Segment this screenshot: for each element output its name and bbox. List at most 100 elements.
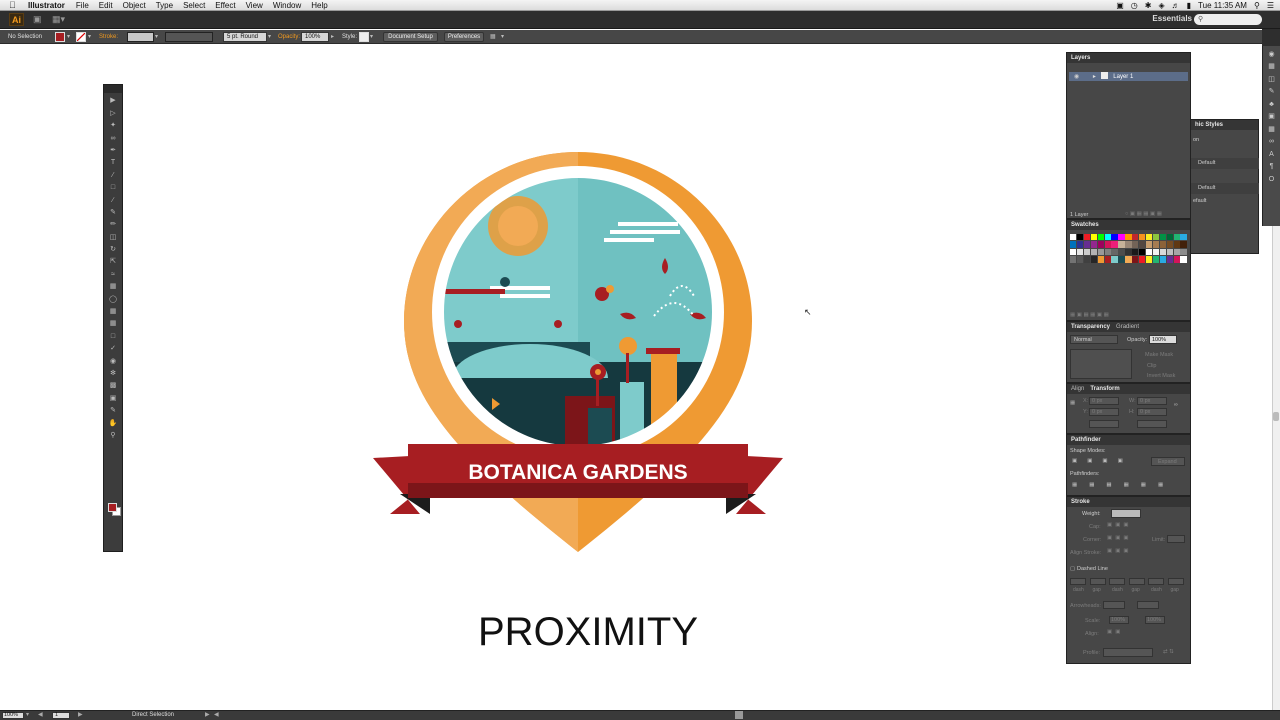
swatch-chip[interactable] [1125, 234, 1132, 241]
swatch-chip[interactable] [1166, 256, 1173, 263]
type-tool-icon[interactable]: T [108, 159, 118, 167]
scale-end-field[interactable]: 100% [1145, 616, 1165, 624]
swatch-chip[interactable] [1118, 256, 1125, 263]
stroke-dropdown-icon[interactable]: ▾ [88, 33, 91, 42]
artboard-tool-icon[interactable]: ▣ [108, 395, 118, 403]
fill-swatch[interactable] [55, 32, 65, 42]
workspace-switcher[interactable]: Essentials [1152, 14, 1192, 23]
column-graph-tool-icon[interactable]: ▩ [108, 382, 118, 390]
swatch-chip[interactable] [1090, 248, 1098, 256]
magic-wand-tool-icon[interactable]: ✦ [108, 122, 118, 130]
swatch-chip[interactable] [1111, 248, 1118, 256]
swatch-chip[interactable] [1152, 241, 1160, 248]
status-menu-icon[interactable]: ▶ [205, 711, 210, 718]
variable-width-profile[interactable] [165, 32, 213, 42]
transform-tab[interactable]: Transform [1090, 384, 1119, 394]
swatch-chip[interactable] [1132, 256, 1139, 263]
mesh-tool-icon[interactable]: ▦ [108, 320, 118, 328]
swatch-chip[interactable] [1145, 256, 1153, 263]
profile-dropdown[interactable] [1103, 648, 1153, 657]
dash-gap-field[interactable] [1070, 578, 1086, 585]
arrange-documents-icon[interactable]: ▦▾ [52, 14, 65, 25]
swatch-chip[interactable] [1118, 248, 1125, 256]
hand-tool-icon[interactable]: ✋ [108, 420, 118, 428]
constrain-proportions-icon[interactable]: ∞ [1174, 402, 1178, 408]
shape-builder-tool-icon[interactable]: ◯ [108, 296, 118, 304]
swatch-chip[interactable] [1166, 234, 1173, 241]
menu-type[interactable]: Type [156, 1, 173, 10]
app-menu[interactable]: Illustrator [28, 1, 65, 10]
stroke-weight-field[interactable] [127, 32, 154, 42]
stroke-label[interactable]: Stroke: [99, 33, 118, 42]
expand-arrow-icon[interactable]: ▸ [1093, 74, 1096, 80]
dash-gap-field[interactable] [1109, 578, 1125, 585]
next-artboard-icon[interactable]: ▶ [78, 711, 83, 718]
swatch-chip[interactable] [1180, 256, 1187, 263]
graphic-style-swatch[interactable] [359, 32, 369, 42]
swatch-chip[interactable] [1132, 241, 1139, 248]
y-field[interactable]: 0 px [1089, 408, 1119, 416]
arrow-align-buttons[interactable]: ▣▣ [1107, 629, 1123, 635]
swatch-chip[interactable] [1076, 241, 1084, 248]
swatch-chip[interactable] [1139, 248, 1146, 256]
swatch-chip[interactable] [1097, 248, 1104, 256]
opentype-icon[interactable]: O [1267, 176, 1276, 184]
selection-tool-icon[interactable]: ▶ [108, 97, 118, 105]
wifi-icon[interactable]: ◈ [1158, 1, 1164, 10]
volume-icon[interactable]: ♬ [1172, 1, 1180, 10]
menu-file[interactable]: File [76, 1, 89, 10]
swatch-chip[interactable] [1097, 241, 1104, 248]
swatch-chip[interactable] [1152, 256, 1160, 263]
swatch-chip[interactable] [1159, 256, 1167, 263]
pencil-tool-icon[interactable]: ✎ [108, 209, 118, 217]
blend-mode-dropdown[interactable]: Normal [1070, 335, 1118, 344]
swatch-chip[interactable] [1145, 234, 1153, 241]
arrowhead-end-dropdown[interactable] [1137, 601, 1159, 609]
swatch-chip[interactable] [1132, 234, 1139, 241]
apple-menu-icon[interactable]:  [9, 0, 21, 10]
swatch-chip[interactable] [1125, 256, 1132, 263]
transparency-tab[interactable]: Transparency [1071, 322, 1110, 332]
swatch-chip[interactable] [1180, 248, 1187, 256]
line-tool-icon[interactable]: ⁄ [108, 172, 118, 180]
layer-name[interactable]: Layer 1 [1113, 74, 1133, 80]
layers-tab[interactable]: Layers [1067, 53, 1190, 63]
clip-checkbox[interactable]: Clip [1147, 363, 1156, 369]
graphic-style-row[interactable]: Default [1191, 183, 1259, 194]
fill-color-box[interactable] [108, 503, 117, 512]
swatches-tab[interactable]: Swatches [1067, 220, 1190, 230]
dash-gap-field[interactable] [1167, 578, 1184, 585]
swatch-chip[interactable] [1139, 241, 1146, 248]
x-field[interactable]: 0 px [1089, 397, 1119, 405]
dashed-line-checkbox[interactable]: ▢ [1070, 566, 1075, 572]
blob-brush-tool-icon[interactable]: ✏ [108, 221, 118, 229]
links-icon[interactable]: ∞ [1267, 138, 1276, 146]
swatch-chip[interactable] [1118, 241, 1125, 248]
clock-icon[interactable]: ◷ [1131, 1, 1138, 10]
bridge-icon[interactable]: ▣ [33, 14, 42, 25]
bluetooth-icon[interactable]: ✱ [1145, 1, 1152, 10]
swatch-chip[interactable] [1125, 248, 1132, 256]
swatch-chip[interactable] [1173, 248, 1180, 256]
scale-tool-icon[interactable]: ⇱ [108, 258, 118, 266]
flip-profile-icons[interactable]: ⇄ ⇅ [1163, 649, 1174, 655]
swatch-chip[interactable] [1097, 234, 1104, 241]
swatch-chip[interactable] [1173, 256, 1180, 263]
swatch-chip[interactable] [1152, 248, 1160, 256]
dash-gap-field[interactable] [1148, 578, 1164, 585]
first-artboard-icon[interactable]: ◀ [38, 711, 43, 718]
pen-tool-icon[interactable]: ✒ [108, 147, 118, 155]
swatch-chip[interactable] [1083, 241, 1091, 248]
shape-mode-icons[interactable]: ▣▣▣▣ [1072, 458, 1133, 464]
make-mask-button[interactable]: Make Mask [1145, 352, 1173, 358]
perspective-grid-tool-icon[interactable]: ▦ [108, 308, 118, 316]
swatch-chip[interactable] [1097, 256, 1104, 263]
swatch-chip[interactable] [1076, 234, 1084, 241]
brushes-icon[interactable]: ✎ [1267, 88, 1276, 96]
botanica-badge-artwork[interactable]: BOTANICA GARDENS [370, 146, 786, 556]
menu-object[interactable]: Object [123, 1, 146, 10]
menu-effect[interactable]: Effect [215, 1, 235, 10]
symbol-sprayer-tool-icon[interactable]: ✻ [108, 370, 118, 378]
artboards-icon[interactable]: ▦ [1267, 126, 1276, 134]
graphic-style-row[interactable]: Default [1191, 158, 1259, 169]
